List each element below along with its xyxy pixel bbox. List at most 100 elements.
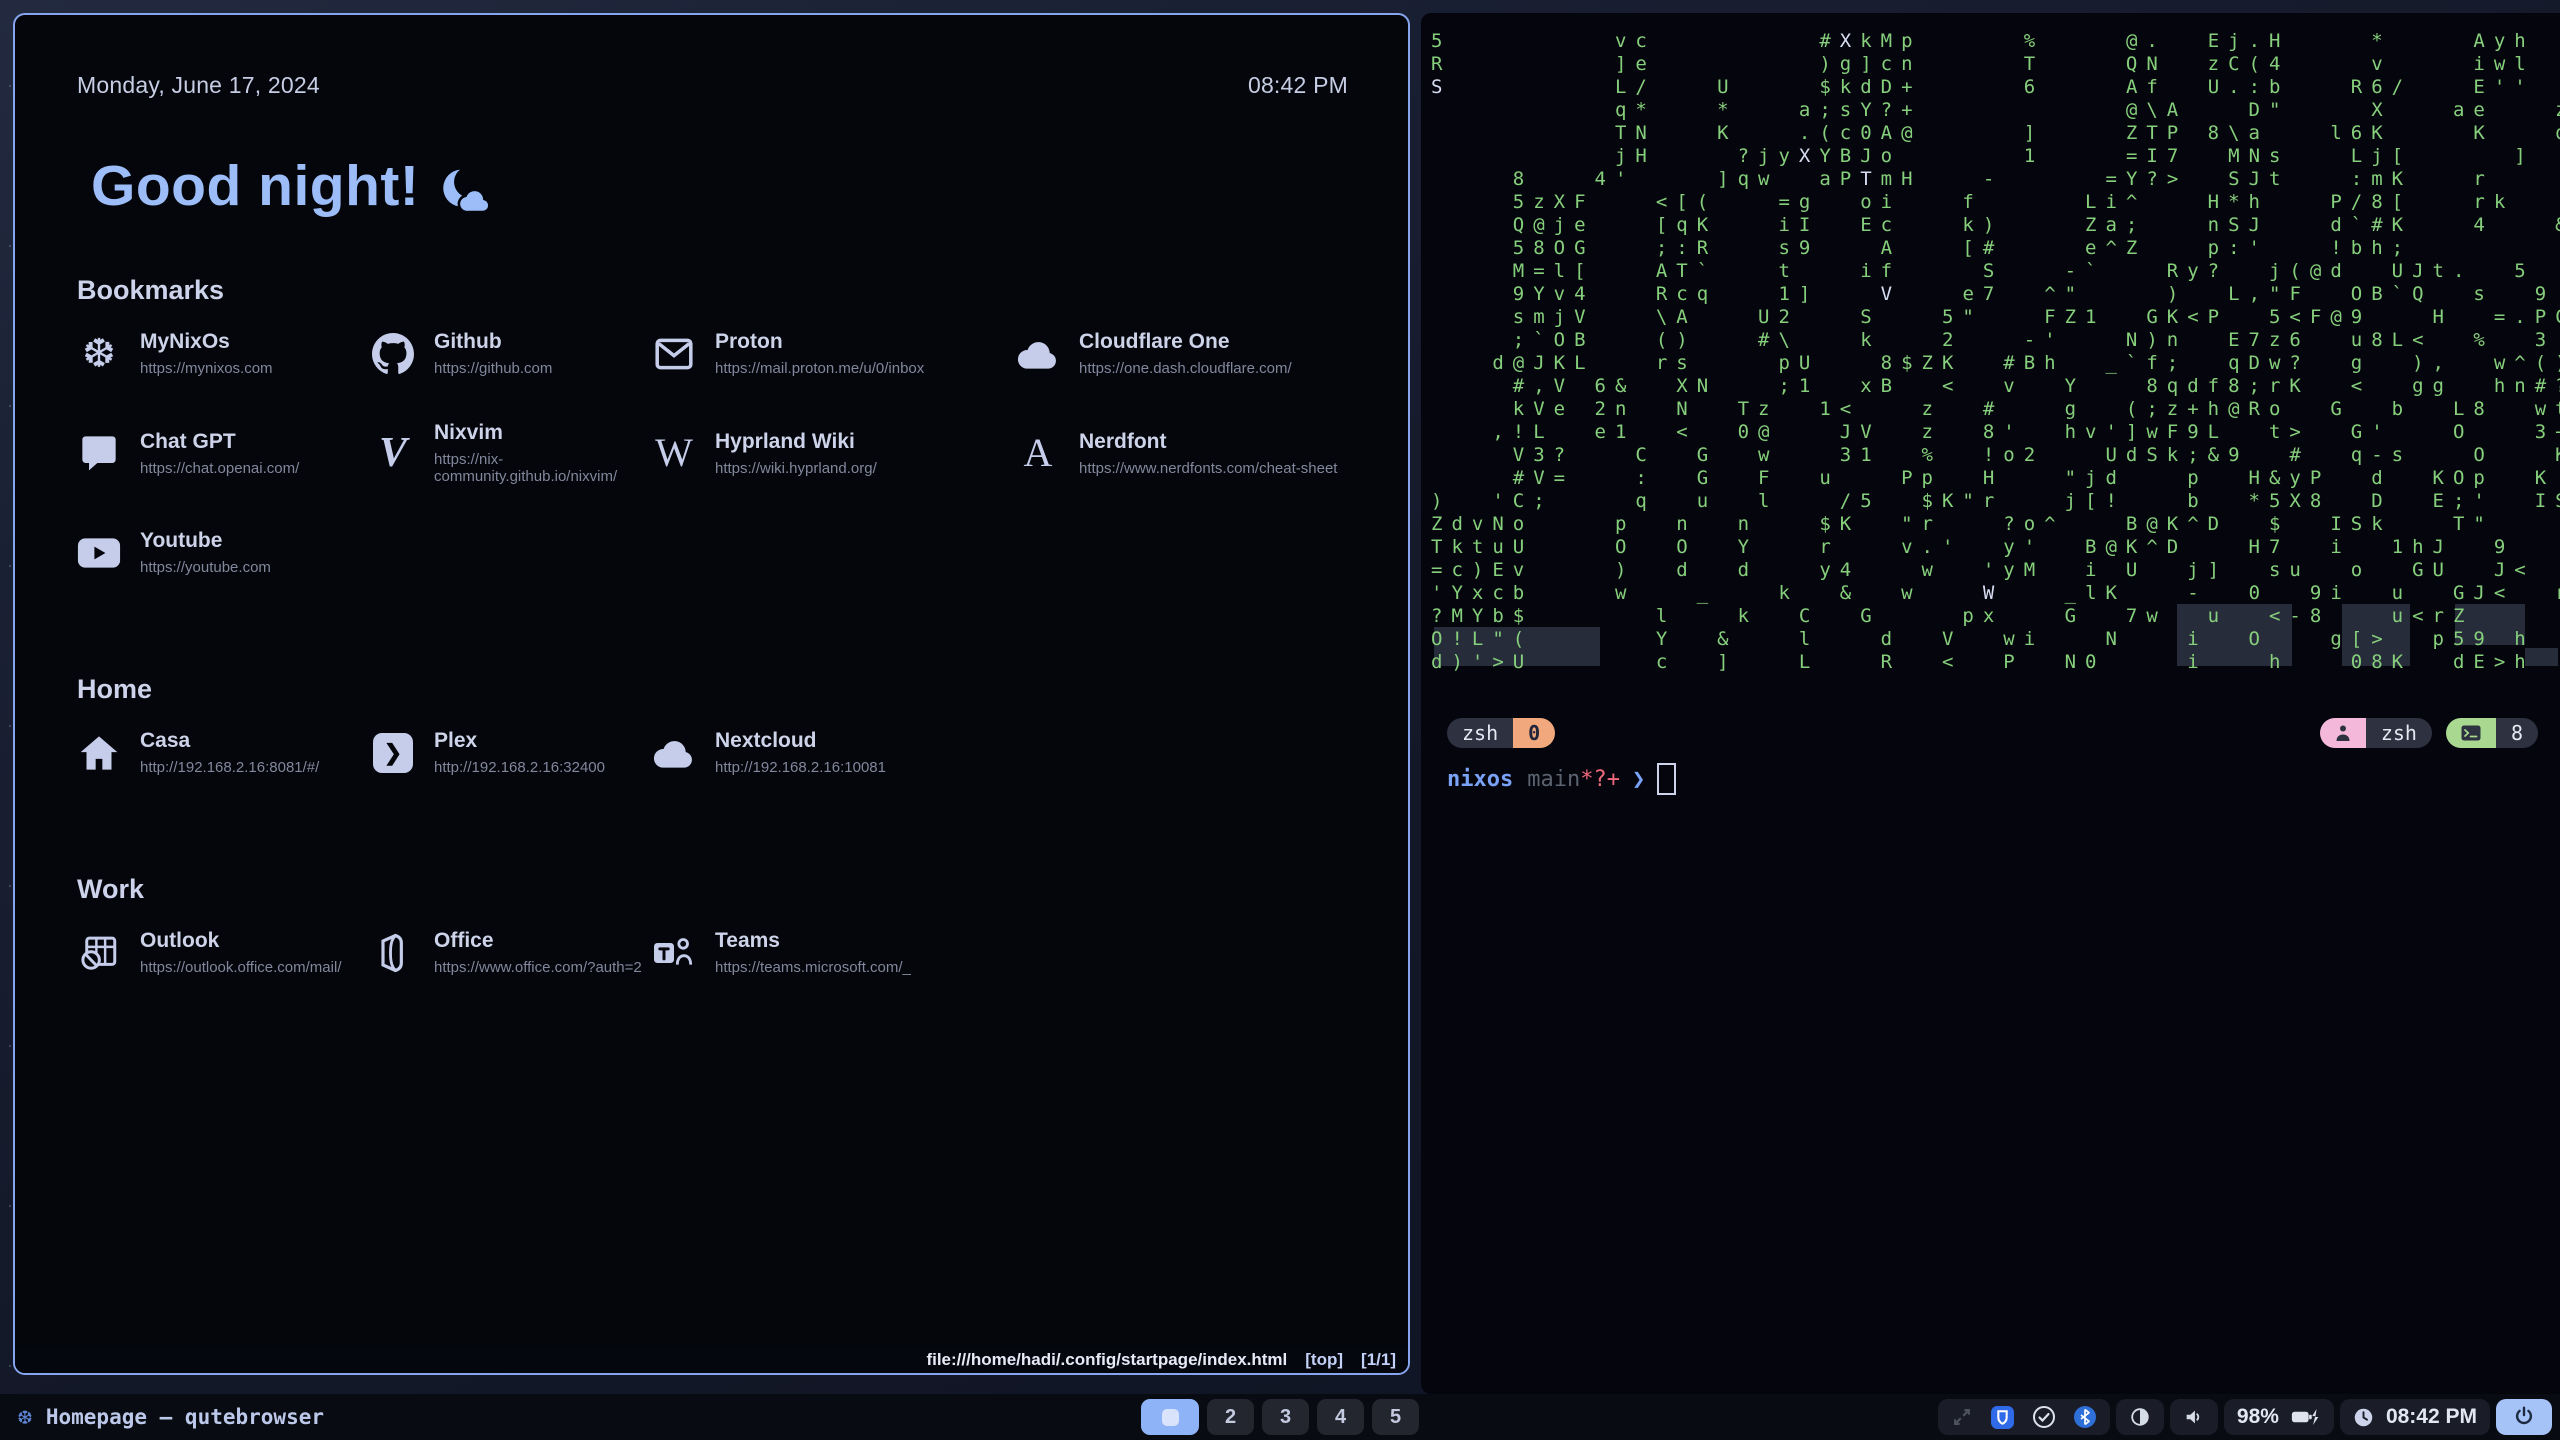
matrix-row: M=l[ AT` t if S -` Ry? j(@d UJt. 5 L Q=2… [1431, 260, 2560, 283]
matrix-row: V3? C G w 31 % !o2 UdSk;&9 # q-s O K r < [1431, 444, 2560, 467]
bookmark-title: MyNixOs [140, 330, 273, 354]
bookmark-nextcloud[interactable]: Nextcloudhttp://192.168.2.16:10081 [652, 729, 1016, 776]
bookmark-teams[interactable]: Teamshttps://teams.microsoft.com/_ [652, 929, 1016, 976]
bookmark-youtube[interactable]: Youtubehttps://youtube.com [77, 529, 371, 576]
bookmark-mynixos[interactable]: ❆ MyNixOs https://mynixos.com [77, 330, 371, 377]
matrix-row: ;`OB () #\ k 2 -' N)n E7z6 u8L< % 3 2LOW… [1431, 329, 2560, 352]
volume-control[interactable] [2170, 1399, 2218, 1435]
bookmark-outlook[interactable]: Outlookhttps://outlook.office.com/mail/ [77, 929, 371, 976]
bookmark-title: Nerdfont [1079, 430, 1337, 454]
check-circle-icon[interactable] [2032, 1405, 2056, 1429]
matrix-row: #,V 6& XN ;1 xB < v Y 8qdf8;rK < gg hn#?… [1431, 375, 2560, 398]
bookmark-url: https://wiki.hyprland.org/ [715, 460, 877, 477]
bookmark-cloudflare-one[interactable]: Cloudflare Onehttps://one.dash.cloudflar… [1016, 330, 1348, 377]
prompt-host: nixos [1447, 767, 1513, 792]
home-icon [77, 731, 121, 775]
tmux-right-pills: zsh 8 [2320, 718, 2538, 748]
bookmark-url: https://mynixos.com [140, 360, 273, 377]
bookmark-url: https://mail.proton.me/u/0/inbox [715, 360, 924, 377]
bookmark-url: https://one.dash.cloudflare.com/ [1079, 360, 1292, 377]
office-icon [371, 931, 415, 975]
bookmark-plex[interactable]: ❯Plexhttp://192.168.2.16:32400 [371, 729, 652, 776]
bookmark-github[interactable]: Githubhttps://github.com [371, 330, 652, 377]
bookmark-title: Nixvim [434, 421, 652, 445]
letter-w-icon: W [652, 431, 696, 475]
tmux-pill-8[interactable]: 8 [2446, 718, 2538, 748]
netshield-icon[interactable] [1990, 1405, 2015, 1430]
shell-prompt[interactable]: nixos main*?+ ❯ [1447, 763, 1676, 795]
tmux-pill-zsh[interactable]: zsh [2320, 718, 2432, 748]
youtube-play-icon [77, 531, 121, 575]
greeting: Good night! [91, 153, 1348, 219]
bookmark-url: https://www.office.com/?auth=2 [434, 959, 642, 976]
battery-indicator[interactable]: 98% [2224, 1399, 2334, 1435]
section-title: Home [77, 674, 1348, 705]
envelope-icon [652, 332, 696, 376]
prompt-chevron: ❯ [1632, 767, 1645, 792]
matrix-row: O!L"( Y & l d V wi N i O g[> p59 h [1431, 628, 2560, 651]
matrix-row: Q@je [qK iI Ec k) Za; nSJ d`#K 4 &l 9^ _ [1431, 214, 2560, 237]
bookmark-title: Plex [434, 729, 605, 753]
bookmark-title: Hyprland Wiki [715, 430, 877, 454]
matrix-row: TktuU O O Y r v.' y' B@K^D H7 i 1hJ 9 [1431, 536, 2560, 559]
cloud-icon [1016, 332, 1060, 376]
prompt-git-branch: main*?+ [1527, 767, 1620, 792]
letter-v-icon: V [371, 431, 415, 475]
workspace-1-active[interactable] [1141, 1399, 1199, 1435]
bookmark-url: http://192.168.2.16:8081/#/ [140, 759, 319, 776]
bookmark-chat-gpt[interactable]: Chat GPThttps://chat.openai.com/ [77, 421, 371, 485]
nixos-snowflake-icon: ❆ [77, 332, 121, 376]
tmux-statusline: zsh 0 zsh 8 [1447, 718, 2538, 748]
matrix-row: 58OG ;:R s9 A [# e^Z p:' !bh; V9 # +' [1431, 237, 2560, 260]
bookmark-casa[interactable]: Casahttp://192.168.2.16:8081/#/ [77, 729, 371, 776]
night-light-toggle[interactable] [2116, 1399, 2164, 1435]
statusbar-tab-indicator: [1/1] [1361, 1350, 1396, 1370]
bookmark-url: https://www.nerdfonts.com/cheat-sheet [1079, 460, 1337, 477]
workspace-5[interactable]: 5 [1372, 1399, 1419, 1435]
window-title-text: Homepage — qutebrowser [46, 1405, 324, 1429]
bookmark-url: https://outlook.office.com/mail/ [140, 959, 341, 976]
bookmark-title: Github [434, 330, 552, 354]
section-work: WorkOutlookhttps://outlook.office.com/ma… [77, 874, 1348, 976]
bookmark-url: https://chat.openai.com/ [140, 460, 299, 477]
matrix-row: 5zXF <[( =g oi f Li^ H*h P/8[ rk 'G 9P b… [1431, 191, 2560, 214]
bluetooth-icon[interactable] [2073, 1405, 2097, 1429]
bookmark-nixvim[interactable]: VNixvimhttps://nix-community.github.io/n… [371, 421, 652, 485]
kdeconnect-icon[interactable] [1951, 1406, 1973, 1428]
workspace-4[interactable]: 4 [1317, 1399, 1364, 1435]
section-bookmarks: Bookmarks❆MyNixOshttps://mynixos.comGith… [77, 275, 1348, 576]
bookmark-office[interactable]: Officehttps://www.office.com/?auth=2 [371, 929, 652, 976]
tmux-pill-label: 8 [2496, 718, 2538, 748]
date-text: Monday, June 17, 2024 [77, 72, 320, 99]
bookmark-proton[interactable]: Protonhttps://mail.proton.me/u/0/inbox [652, 330, 1016, 377]
teams-icon [652, 931, 696, 975]
matrix-row: smjV \A U2 S 5" FZ1 GK<P 5<F@9 H =.PC *"… [1431, 306, 2560, 329]
volume-icon [2183, 1406, 2205, 1428]
tmux-window-index: 0 [1513, 718, 1555, 748]
matrix-row: =c)Ev ) d d y4 w 'yM i U j] su o GU J< 9… [1431, 559, 2560, 582]
clock-text: 08:42 PM [1248, 72, 1348, 99]
tmux-left-pill[interactable]: zsh 0 [1447, 718, 1555, 748]
clock-widget[interactable]: 08:42 PM [2340, 1399, 2490, 1435]
tmux-pill-label: zsh [2366, 718, 2432, 748]
workspace-2[interactable]: 2 [1207, 1399, 1254, 1435]
matrix-row: 9Yv4 Rcq 1] V e7 ^" ) L,"F OB`Q s 9 # j_… [1431, 283, 2560, 306]
bookmark-hyprland-wiki[interactable]: W Hyprland Wiki https://wiki.hyprland.org/ [652, 421, 1016, 485]
qutebrowser-statusbar: file:///home/hadi/.config/startpage/inde… [15, 1346, 1408, 1373]
taskbar-window-title[interactable]: ❆ Homepage — qutebrowser [18, 1394, 324, 1440]
matrix-row: jH ?jyXYBJo 1 =I7 MNs Lj[ ] / +@0R] q< [1431, 145, 2560, 168]
prompt-git-flags: *?+ [1580, 767, 1620, 792]
matrix-row: d@JKL rs pU 8$ZK #Bh _`f; qDw? g ), w^()… [1431, 352, 2560, 375]
bookmark-url: https://youtube.com [140, 559, 271, 576]
bookmark-nerdfont[interactable]: ANerdfonthttps://www.nerdfonts.com/cheat… [1016, 421, 1348, 485]
terminal-window[interactable]: 5 vc #XkMp % @. Ej.H * Ayh q tP) $5ZrR ]… [1421, 13, 2560, 1394]
bookmark-sections: Bookmarks❆MyNixOshttps://mynixos.comGith… [77, 275, 1348, 976]
power-button[interactable] [2496, 1399, 2552, 1435]
matrix-row: ?MYb$ l k C G px G 7w u <-8 u<rZ [1431, 605, 2560, 628]
active-workspace-dot [1162, 1409, 1179, 1426]
clock-icon [2353, 1407, 2374, 1428]
matrix-row: TN K .(c0A@ ] ZTP 8\a l6K K q h7 n" 6b [1431, 122, 2560, 145]
bookmark-url: http://192.168.2.16:10081 [715, 759, 886, 776]
clock-text: 08:42 PM [2386, 1405, 2477, 1429]
workspace-3[interactable]: 3 [1262, 1399, 1309, 1435]
